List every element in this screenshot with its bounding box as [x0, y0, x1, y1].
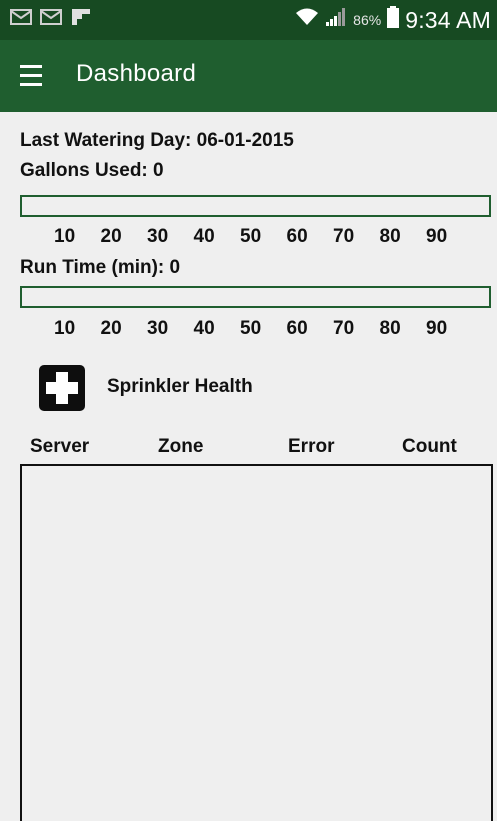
scale-tick-label: 60 — [286, 318, 308, 339]
last-watering-day: Last Watering Day: 06-01-2015 — [20, 130, 294, 151]
scale-tick-label: 40 — [193, 318, 215, 339]
medical-cross-icon — [39, 365, 85, 411]
scale-tick-label: 80 — [379, 318, 401, 339]
scale-tick-label: 50 — [240, 318, 262, 339]
column-header-server: Server — [30, 436, 90, 457]
system-status: 86% 9:34 AM — [295, 6, 491, 34]
scale-tick-label: 10 — [54, 226, 76, 247]
wifi-icon — [295, 7, 319, 33]
scale-tick-label: 20 — [100, 318, 122, 339]
signal-icon — [325, 7, 347, 33]
column-header-zone: Zone — [158, 436, 204, 457]
app-bar: Dashboard — [0, 40, 497, 112]
status-bar: 86% 9:34 AM — [0, 0, 497, 40]
sprinkler-health-list[interactable] — [20, 464, 493, 821]
gallons-used: Gallons Used: 0 — [20, 160, 164, 181]
scale-tick-label: 70 — [333, 226, 355, 247]
notification-icons — [10, 8, 92, 26]
run-time-progress-bar — [20, 286, 491, 308]
run-time: Run Time (min): 0 — [20, 257, 181, 278]
page-title: Dashboard — [76, 60, 197, 87]
flipboard-icon — [70, 8, 92, 26]
run-time-scale: 10 20 30 40 50 60 70 80 90 — [54, 318, 473, 340]
scale-tick-label: 60 — [286, 226, 308, 247]
scale-tick-label: 50 — [240, 226, 262, 247]
scale-tick-label: 90 — [426, 226, 448, 247]
scale-tick-label: 70 — [333, 318, 355, 339]
sprinkler-health-title: Sprinkler Health — [107, 376, 253, 397]
hamburger-menu-icon[interactable] — [20, 63, 42, 89]
column-header-count: Count — [402, 436, 457, 457]
gallons-scale: 10 20 30 40 50 60 70 80 90 — [54, 226, 473, 248]
gallons-progress-bar — [20, 195, 491, 217]
battery-percent: 86% — [353, 12, 382, 28]
scale-tick-label: 30 — [147, 226, 169, 247]
column-header-error: Error — [288, 436, 335, 457]
scale-tick-label: 40 — [193, 226, 215, 247]
email-icon — [10, 8, 32, 26]
scale-tick-label: 90 — [426, 318, 448, 339]
scale-tick-label: 30 — [147, 318, 169, 339]
scale-tick-label: 80 — [379, 226, 401, 247]
clock: 9:34 AM — [405, 6, 491, 33]
scale-tick-label: 10 — [54, 318, 76, 339]
battery-icon — [387, 6, 400, 34]
email-icon — [40, 8, 62, 26]
scale-tick-label: 20 — [100, 226, 122, 247]
